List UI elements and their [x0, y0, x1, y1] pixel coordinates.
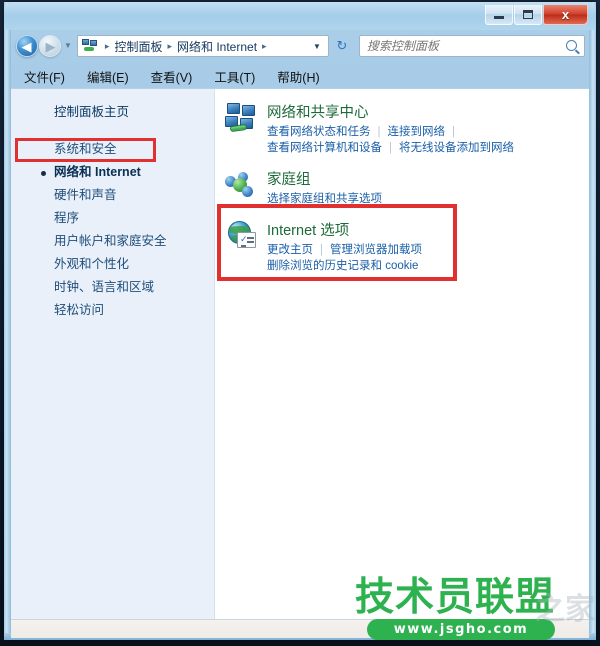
sidebar-item-hardware-sound[interactable]: 硬件和声音 [11, 184, 214, 207]
category-body: 网络和共享中心 查看网络状态和任务 | 连接到网络 | 查看网络计算机和设备 | [267, 103, 581, 156]
sidebar: 控制面板主页 系统和安全 网络和 Internet 硬件和声音 程序 用户帐户和… [11, 89, 215, 619]
category-homegroup[interactable]: 家庭组 选择家庭组和共享选项 [215, 170, 589, 221]
sidebar-item-clock-language-region[interactable]: 时钟、语言和区域 [11, 276, 214, 299]
internet-options-icon: ✓ [225, 221, 260, 255]
link-manage-browser-addons[interactable]: 管理浏览器加载项 [330, 242, 422, 258]
sidebar-item-label: 程序 [54, 211, 80, 225]
window-border-right [589, 2, 596, 640]
category-internet-options[interactable]: ✓ Internet 选项 更改主页 | 管理浏览器加载项 删除浏览的历史记录和… [215, 221, 589, 288]
maximize-button[interactable] [514, 5, 542, 25]
menu-item-help[interactable]: 帮助(H) [277, 67, 319, 86]
navigation-buttons: ◀ ▶ ▼ [16, 35, 72, 57]
minimize-icon [494, 16, 504, 19]
maximize-icon [523, 10, 533, 19]
sidebar-item-label: 外观和个性化 [54, 257, 130, 271]
sidebar-item-system-security[interactable]: 系统和安全 [11, 138, 214, 161]
window-border-left [4, 2, 11, 640]
link-choose-homegroup-options[interactable]: 选择家庭组和共享选项 [267, 191, 382, 207]
sidebar-item-label: 控制面板主页 [54, 105, 130, 119]
menu-bar: 文件(F) 编辑(E) 查看(V) 工具(T) 帮助(H) [11, 64, 589, 88]
link-row: 选择家庭组和共享选项 [267, 191, 581, 207]
back-arrow-icon: ◀ [21, 38, 32, 54]
control-panel-window: x ◀ ▶ ▼ ▸ 控制面板 ▸ 网络和 Internet ▸ ▼ ↻ 搜索控制… [4, 2, 596, 640]
category-network-sharing-center[interactable]: 网络和共享中心 查看网络状态和任务 | 连接到网络 | 查看网络计算机和设备 | [215, 103, 589, 170]
link-row: 查看网络状态和任务 | 连接到网络 | [267, 124, 581, 140]
link-row: 查看网络计算机和设备 | 将无线设备添加到网络 [267, 140, 581, 156]
sidebar-item-label: 轻松访问 [54, 303, 105, 317]
status-bar [11, 619, 589, 638]
breadcrumb-bar[interactable]: ▸ 控制面板 ▸ 网络和 Internet ▸ ▼ [76, 35, 329, 57]
selected-bullet-icon [41, 171, 46, 176]
title-bar: x [4, 2, 596, 30]
forward-button[interactable]: ▶ [39, 35, 61, 57]
sidebar-item-label: 用户帐户和家庭安全 [54, 234, 167, 248]
forward-arrow-icon: ▶ [45, 38, 56, 54]
sidebar-item-label: 硬件和声音 [54, 188, 117, 202]
sidebar-item-user-accounts[interactable]: 用户帐户和家庭安全 [11, 230, 214, 253]
refresh-button[interactable]: ↻ [330, 35, 354, 57]
link-row: 更改主页 | 管理浏览器加载项 [267, 242, 581, 258]
link-view-network-status[interactable]: 查看网络状态和任务 [267, 124, 371, 140]
sidebar-item-programs[interactable]: 程序 [11, 207, 214, 230]
close-icon: x [561, 7, 570, 22]
search-box[interactable] [358, 35, 585, 57]
breadcrumb-item-control-panel[interactable]: 控制面板 [113, 38, 163, 55]
sidebar-item-network-internet[interactable]: 网络和 Internet [11, 161, 214, 184]
breadcrumb-separator: ▸ [167, 40, 172, 51]
sidebar-item-label: 系统和安全 [54, 142, 117, 156]
link-divider: | [377, 126, 381, 138]
menu-item-view[interactable]: 查看(V) [151, 67, 193, 86]
category-title[interactable]: 家庭组 [267, 171, 581, 189]
link-divider: | [452, 126, 455, 138]
link-divider: | [320, 244, 323, 256]
search-icon [566, 40, 577, 51]
client-area: 控制面板主页 系统和安全 网络和 Internet 硬件和声音 程序 用户帐户和… [11, 88, 589, 619]
sidebar-item-label: 时钟、语言和区域 [54, 280, 155, 294]
category-links: 查看网络状态和任务 | 连接到网络 | 查看网络计算机和设备 | 将无线设备添加… [267, 124, 581, 156]
menu-item-tools[interactable]: 工具(T) [214, 67, 255, 86]
breadcrumb-item-network-internet[interactable]: 网络和 Internet [176, 38, 258, 55]
menu-item-edit[interactable]: 编辑(E) [87, 67, 129, 86]
control-panel-icon [81, 38, 98, 54]
close-button[interactable]: x [543, 5, 588, 25]
window-controls: x [484, 5, 588, 26]
back-button[interactable]: ◀ [16, 35, 38, 57]
resize-grip-icon[interactable] [574, 623, 586, 635]
network-sharing-center-icon [225, 103, 260, 137]
content-area: 网络和共享中心 查看网络状态和任务 | 连接到网络 | 查看网络计算机和设备 | [215, 89, 589, 619]
breadcrumb-separator: ▸ [104, 40, 110, 51]
category-body: 家庭组 选择家庭组和共享选项 [267, 170, 581, 207]
minimize-button[interactable] [485, 5, 513, 25]
link-divider: | [389, 142, 392, 154]
link-view-network-computers[interactable]: 查看网络计算机和设备 [267, 140, 382, 156]
sidebar-item-ease-of-access[interactable]: 轻松访问 [11, 299, 214, 322]
category-title[interactable]: Internet 选项 [267, 222, 581, 240]
sidebar-item-label: 网络和 Internet [54, 165, 141, 179]
category-links: 选择家庭组和共享选项 [267, 191, 581, 207]
address-bar: ◀ ▶ ▼ ▸ 控制面板 ▸ 网络和 Internet ▸ ▼ ↻ [11, 30, 589, 62]
homegroup-icon [225, 170, 260, 204]
link-connect-to-network[interactable]: 连接到网络 [388, 124, 446, 140]
link-change-homepage[interactable]: 更改主页 [267, 242, 313, 258]
screenshot-root: x ◀ ▶ ▼ ▸ 控制面板 ▸ 网络和 Internet ▸ ▼ ↻ 搜索控制… [0, 0, 600, 646]
breadcrumb-dropdown-chevron-icon[interactable]: ▼ [313, 42, 328, 51]
link-row: 删除浏览的历史记录和 cookie [267, 258, 581, 274]
sidebar-item-control-panel-home[interactable]: 控制面板主页 [11, 101, 214, 124]
menu-item-file[interactable]: 文件(F) [24, 67, 65, 86]
link-add-wireless-device[interactable]: 将无线设备添加到网络 [399, 140, 514, 156]
refresh-icon: ↻ [336, 38, 348, 53]
category-links: 更改主页 | 管理浏览器加载项 删除浏览的历史记录和 cookie [267, 242, 581, 274]
sidebar-item-appearance-personalization[interactable]: 外观和个性化 [11, 253, 214, 276]
category-body: Internet 选项 更改主页 | 管理浏览器加载项 删除浏览的历史记录和 c… [267, 221, 581, 274]
search-input[interactable] [359, 36, 584, 56]
breadcrumb-separator: ▸ [262, 40, 267, 51]
link-delete-browsing-history[interactable]: 删除浏览的历史记录和 cookie [267, 258, 418, 274]
category-title[interactable]: 网络和共享中心 [267, 104, 581, 122]
recent-pages-chevron-icon[interactable]: ▼ [64, 42, 72, 50]
